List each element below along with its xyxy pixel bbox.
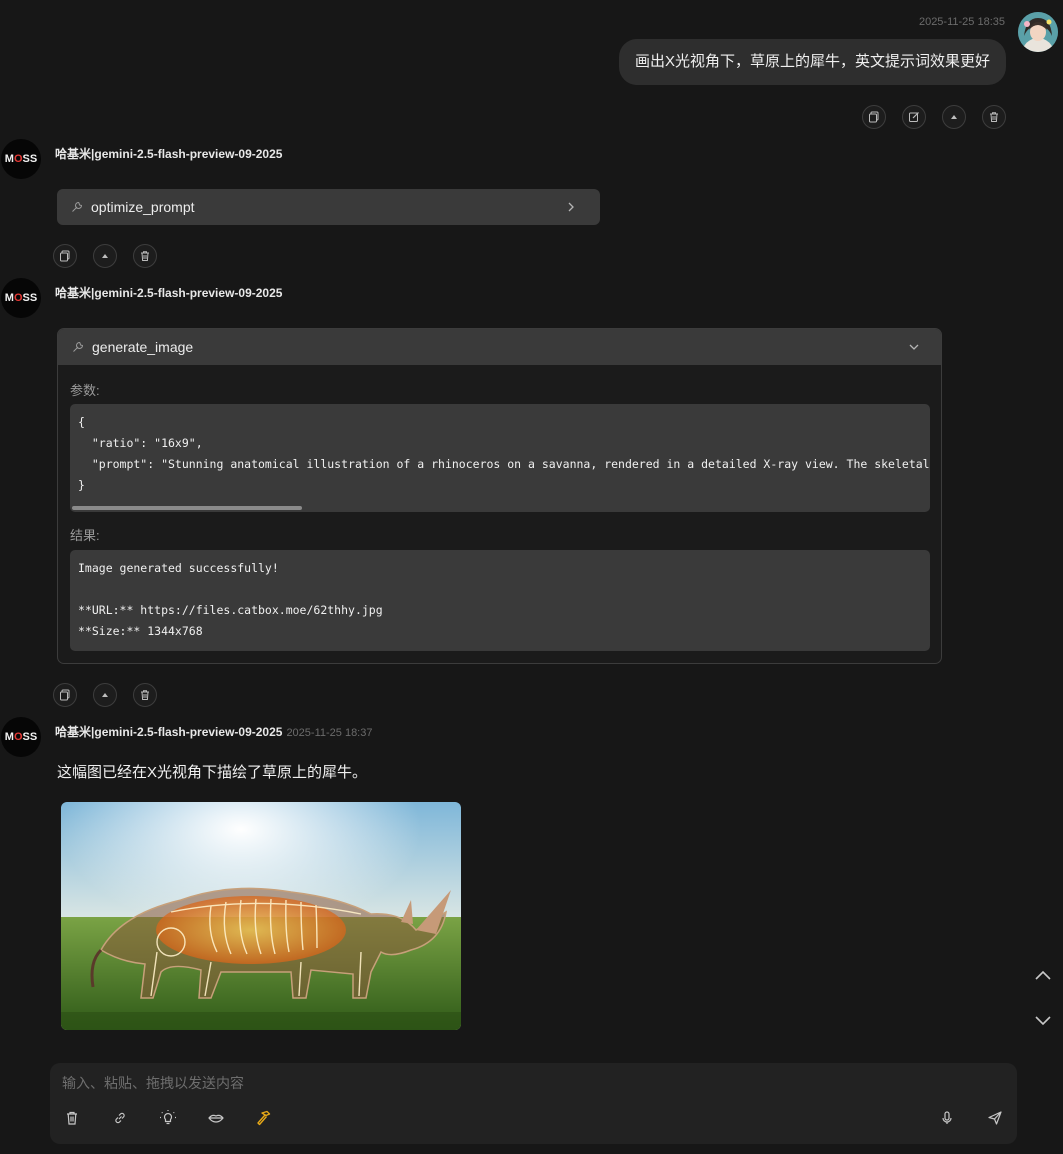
triangle-up-icon — [102, 693, 108, 697]
tool-call-name: optimize_prompt — [91, 199, 195, 215]
delete-button[interactable] — [982, 105, 1006, 129]
bot-name-with-time: 哈基米|gemini-2.5-flash-preview-09-2025 2025… — [55, 723, 372, 740]
collapse-button[interactable] — [942, 105, 966, 129]
voice-input-button[interactable] — [937, 1108, 957, 1128]
code-line: "ratio": "16x9", — [78, 436, 203, 450]
user-avatar-image — [1018, 12, 1058, 52]
clear-button[interactable] — [62, 1108, 82, 1128]
bot-avatar[interactable]: MOSS — [1, 717, 41, 757]
delete-button[interactable] — [133, 244, 157, 268]
tool-call-generate-image: generate_image 参数: { "ratio": "16x9", "p… — [57, 328, 942, 664]
hammer-icon — [257, 1110, 271, 1126]
lips-icon — [208, 1114, 224, 1123]
copy-icon — [60, 250, 70, 262]
bot-name: 哈基米|gemini-2.5-flash-preview-09-2025 — [55, 286, 283, 300]
result-code-block: Image generated successfully! **URL:** h… — [70, 550, 930, 651]
bot-avatar[interactable]: MOSS — [1, 278, 41, 318]
attach-button[interactable] — [110, 1108, 130, 1128]
chevron-right-icon[interactable] — [564, 200, 578, 214]
copy-button[interactable] — [862, 105, 886, 129]
tool-call-name: generate_image — [92, 339, 194, 355]
link-icon — [115, 1112, 125, 1124]
tools-button[interactable] — [254, 1108, 274, 1128]
trash-icon — [141, 251, 149, 261]
code-line: } — [78, 478, 85, 492]
copy-icon — [869, 111, 879, 123]
bot-avatar-logo: MOSS — [4, 731, 38, 743]
bot-avatar-logo: MOSS — [4, 292, 38, 304]
message-input[interactable] — [62, 1075, 962, 1091]
params-label: 参数: — [70, 383, 100, 398]
prompt-button[interactable] — [206, 1108, 226, 1128]
user-message-bubble: 画出X光视角下，草原上的犀牛，英文提示词效果更好 — [619, 39, 1006, 85]
message-timestamp: 2025-11-25 18:37 — [286, 727, 373, 739]
trash-icon — [990, 112, 998, 122]
bot-name: 哈基米|gemini-2.5-flash-preview-09-2025 — [55, 147, 283, 161]
code-line: "prompt": "Stunning anatomical illustrat… — [78, 457, 930, 471]
tool-call-optimize-prompt[interactable]: optimize_prompt — [57, 189, 600, 225]
bot-avatar-logo: MOSS — [4, 153, 38, 165]
code-line: **URL:** https://files.catbox.moe/62thhy… — [78, 603, 383, 617]
edit-button[interactable] — [902, 105, 926, 129]
answer-text: 这幅图已经在X光视角下描绘了草原上的犀牛。 — [57, 764, 368, 781]
copy-button[interactable] — [53, 683, 77, 707]
code-line: **Size:** 1344x768 — [78, 624, 203, 638]
tool-call-header[interactable]: generate_image — [58, 329, 941, 365]
chevron-down-icon[interactable] — [907, 340, 921, 354]
bot-avatar[interactable]: MOSS — [1, 139, 41, 179]
collapse-button[interactable] — [93, 683, 117, 707]
user-avatar[interactable] — [1018, 12, 1058, 52]
thinking-button[interactable] — [158, 1108, 178, 1128]
collapse-button[interactable] — [93, 244, 117, 268]
microphone-icon — [942, 1111, 952, 1124]
chat-input-area — [50, 1063, 1017, 1144]
trash-icon — [67, 1111, 77, 1125]
horizontal-scrollbar[interactable] — [72, 506, 302, 510]
copy-button[interactable] — [53, 244, 77, 268]
xray-rhino-image — [61, 802, 461, 1030]
scroll-up-icon[interactable] — [1032, 965, 1054, 987]
send-button[interactable] — [985, 1108, 1005, 1128]
bot-name: 哈基米|gemini-2.5-flash-preview-09-2025 — [55, 725, 283, 739]
triangle-up-icon — [951, 115, 957, 119]
trash-icon — [141, 690, 149, 700]
send-icon — [988, 1111, 1002, 1125]
edit-icon — [909, 112, 919, 122]
scroll-down-icon[interactable] — [1032, 1009, 1054, 1031]
code-line: Image generated successfully! — [78, 561, 279, 575]
wrench-icon — [73, 341, 84, 352]
params-code-block[interactable]: { "ratio": "16x9", "prompt": "Stunning a… — [70, 404, 930, 512]
delete-button[interactable] — [133, 683, 157, 707]
wrench-icon — [72, 201, 83, 212]
triangle-up-icon — [102, 254, 108, 258]
copy-icon — [60, 689, 70, 701]
lightbulb-icon — [160, 1110, 176, 1125]
generated-image[interactable] — [61, 802, 461, 1030]
code-line: { — [78, 415, 85, 429]
result-label: 结果: — [70, 528, 100, 543]
user-message-timestamp: 2025-11-25 18:35 — [918, 16, 1005, 28]
